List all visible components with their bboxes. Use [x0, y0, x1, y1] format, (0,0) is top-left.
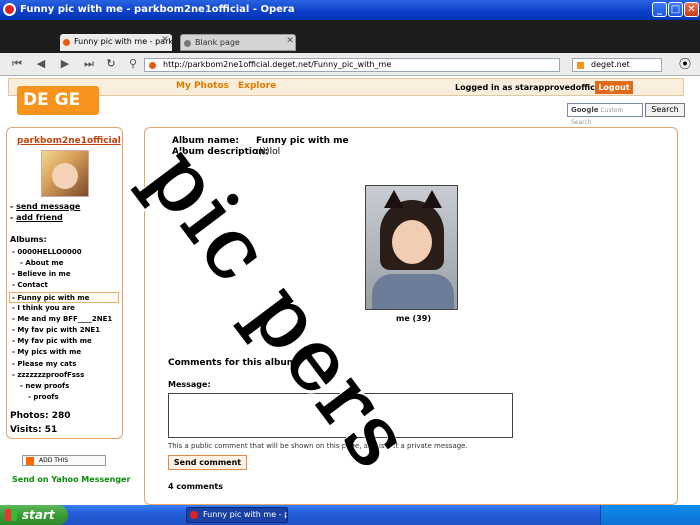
search-engine-icon	[577, 62, 584, 69]
tab-active[interactable]: Funny pic with me - park... ✕	[60, 34, 172, 51]
back-icon[interactable]: ◀	[34, 57, 48, 71]
taskbar	[0, 505, 700, 525]
opera-icon	[3, 3, 16, 16]
system-tray	[600, 505, 700, 525]
album-item[interactable]: - I think you are	[10, 303, 120, 314]
album-item[interactable]: - Me and my BFF____2NE1	[10, 314, 120, 325]
send-comment-button[interactable]: Send comment	[168, 455, 247, 470]
album-item[interactable]: - Funny pic with me	[9, 291, 119, 303]
album-item[interactable]: - new proofs	[10, 381, 120, 392]
visits-label: Visits:	[10, 425, 42, 435]
opera-task-icon	[190, 511, 198, 519]
start-label: start	[22, 508, 55, 522]
maximize-button[interactable]: □	[668, 2, 683, 17]
tab-label: Blank page	[195, 38, 240, 47]
yahoo-messenger-link[interactable]: Send on Yahoo Messenger	[12, 475, 130, 484]
page-favicon-icon	[184, 40, 191, 47]
addthis-label: ADD THIS	[39, 457, 69, 464]
cat-ear-right	[422, 190, 442, 208]
visits-stat: Visits: 51	[10, 425, 57, 435]
photo-shirt	[372, 274, 454, 309]
comment-hint: This a public comment that will be shown…	[168, 442, 468, 450]
rewind-icon[interactable]: ⏮	[10, 57, 24, 71]
album-item[interactable]: - Contact	[10, 280, 120, 291]
photo-caption[interactable]: me (39)	[396, 314, 431, 323]
add-friend-row: - add friend	[10, 213, 63, 222]
task-label: Funny pic with me - p...	[203, 510, 288, 519]
album-item[interactable]: - proofs	[10, 392, 120, 403]
logout-button[interactable]: Logout	[595, 81, 633, 94]
album-item[interactable]: - My fav pic with 2NE1	[10, 325, 120, 336]
taskbar-opera-item[interactable]: Funny pic with me - p...	[186, 507, 288, 523]
avatar[interactable]	[41, 150, 89, 197]
photos-label: Photos:	[10, 411, 49, 421]
avatar-face	[52, 163, 78, 189]
search-engine-label: deget.net	[591, 60, 630, 69]
windows-flag-icon	[5, 509, 17, 521]
nav-my-photos[interactable]: My Photos	[176, 81, 229, 91]
album-item[interactable]: - zzzzzzzproofFsss	[10, 370, 120, 381]
addthis-icon	[26, 457, 34, 465]
wand-icon[interactable]: ⚲	[126, 57, 140, 71]
album-item[interactable]: - Believe in me	[10, 269, 120, 280]
album-name-value: Funny pic with me	[256, 136, 349, 146]
cat-ear-left	[384, 190, 404, 208]
album-item[interactable]: - Please my cats	[10, 359, 120, 370]
opera-favicon-icon	[63, 39, 70, 46]
album-description-value: :)))lol	[256, 147, 281, 157]
message-textarea[interactable]	[168, 393, 513, 438]
logged-in-text: Logged in as starapprovedofficial.	[455, 83, 609, 92]
comments-heading: Comments for this album:	[168, 358, 300, 368]
forward-icon[interactable]: ▶	[58, 57, 72, 71]
close-tab-icon[interactable]: ✕	[160, 35, 170, 45]
photo-thumbnail[interactable]	[365, 185, 458, 310]
start-button[interactable]: start	[0, 505, 68, 525]
nav-explore[interactable]: Explore	[238, 81, 276, 91]
site-search-input[interactable]: Google Custom Search	[567, 103, 643, 126]
photos-stat: Photos: 280	[10, 411, 71, 421]
profile-username[interactable]: parkbom2ne1official	[17, 136, 121, 146]
search-brand: Google	[571, 106, 599, 114]
window-title-bar: Funny pic with me - parkbom2ne1official …	[0, 0, 700, 20]
window-title: Funny pic with me - parkbom2ne1official …	[20, 4, 295, 15]
minimize-button[interactable]: _	[652, 2, 667, 17]
comments-count: 4 comments	[168, 482, 223, 491]
album-name-label: Album name:	[172, 136, 239, 146]
album-item[interactable]: - My pics with me	[10, 347, 120, 358]
visits-count: 51	[44, 425, 58, 435]
album-item[interactable]: - 0000HELLO0000	[10, 247, 120, 258]
albums-heading: Albums:	[10, 235, 47, 244]
fast-forward-icon[interactable]: ⏭	[82, 57, 96, 71]
site-logo[interactable]: DE GE	[17, 86, 99, 115]
site-search-button[interactable]: Search	[645, 103, 685, 117]
site-favicon-icon	[149, 62, 156, 69]
binoculars-icon[interactable]: ⦿	[677, 57, 693, 71]
photo-face	[392, 220, 432, 264]
add-friend-link[interactable]: add friend	[16, 213, 63, 222]
album-item[interactable]: - My fav pic with me	[10, 336, 120, 347]
message-label: Message:	[168, 380, 211, 389]
addthis-button[interactable]: ADD THIS	[22, 455, 106, 466]
url-text: http://parkbom2ne1official.deget.net/Fun…	[163, 60, 392, 69]
close-window-button[interactable]: ✕	[684, 2, 699, 17]
photos-count: 280	[51, 411, 71, 421]
send-message-row: - send message	[10, 202, 81, 211]
tab-label: Funny pic with me - park...	[74, 37, 172, 46]
send-message-link[interactable]: send message	[16, 202, 80, 211]
close-tab-icon[interactable]: ✕	[285, 36, 295, 46]
search-engine-box[interactable]: deget.net	[572, 58, 662, 72]
address-bar[interactable]: http://parkbom2ne1official.deget.net/Fun…	[144, 58, 560, 72]
album-item[interactable]: - About me	[10, 258, 120, 269]
album-description-label: Album description:	[172, 147, 269, 157]
reload-icon[interactable]: ↻	[104, 57, 118, 71]
tab-blank-page[interactable]: Blank page ✕	[180, 34, 296, 51]
